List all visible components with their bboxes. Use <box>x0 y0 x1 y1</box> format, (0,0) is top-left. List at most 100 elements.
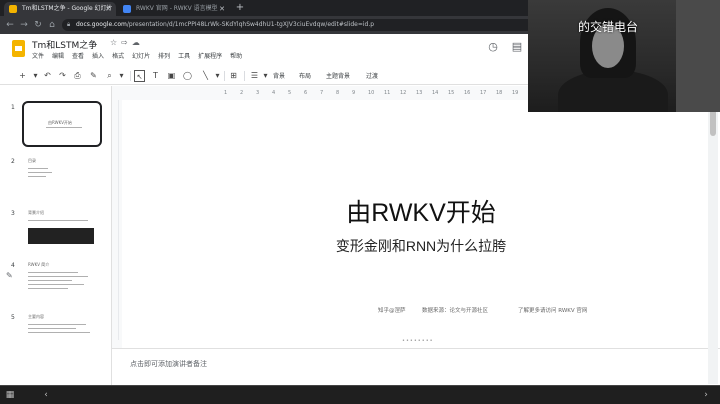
ruler-tick: 17 <box>480 90 487 96</box>
comments-icon[interactable]: ▤ <box>510 40 524 54</box>
ruler-tick: 6 <box>304 90 308 96</box>
thumb-title: 目录 <box>28 158 36 163</box>
divider <box>224 71 225 81</box>
menu-bar: 文件 编辑 查看 插入 格式 幻灯片 排列 工具 扩展程序 帮助 <box>32 51 242 61</box>
print-icon[interactable]: ⎙ <box>72 70 83 82</box>
thumb-line <box>28 172 52 173</box>
zoom-dropdown-icon[interactable]: ▾ <box>116 70 127 82</box>
background-button[interactable]: 背景 <box>273 71 285 80</box>
slide-thumbnail[interactable]: 由RWKV开始 <box>22 101 102 147</box>
line-icon[interactable]: ╲ <box>200 70 211 82</box>
theme-button[interactable]: 主题背景 <box>326 71 350 80</box>
image-icon[interactable]: ▣ <box>166 70 177 82</box>
grid-view-icon[interactable]: ▦ <box>4 389 16 401</box>
slide-thumbnail[interactable]: 主要内容 <box>22 312 102 358</box>
ruler-tick: 14 <box>432 90 439 96</box>
slides-logo-icon[interactable] <box>12 40 25 57</box>
move-icon[interactable]: ⇨ <box>121 38 132 47</box>
menu-format[interactable]: 格式 <box>112 51 124 61</box>
credit-text: 了解更多请访问 RWKV 官网 <box>518 308 588 314</box>
ruler-tick: 4 <box>272 90 276 96</box>
document-title[interactable]: Tm和LSTM之争 <box>32 38 97 51</box>
tab-rwkv[interactable]: RWKV 官网 - RWKV 语言模型 ✕ <box>118 2 230 16</box>
thumb-line <box>28 280 72 281</box>
text-box-icon[interactable]: T <box>150 70 161 82</box>
menu-extensions[interactable]: 扩展程序 <box>198 51 222 61</box>
line-dropdown-icon[interactable]: ▾ <box>212 70 223 82</box>
transition-button[interactable]: 过渡 <box>366 71 378 80</box>
new-slide-icon[interactable]: + <box>17 70 28 82</box>
slide-number: 4 <box>11 262 15 269</box>
shape-icon[interactable]: ◯ <box>182 70 193 82</box>
ruler-tick: 12 <box>400 90 407 96</box>
reload-icon[interactable]: ↻ <box>32 19 44 31</box>
ruler-tick: 13 <box>416 90 423 96</box>
thumb-line <box>28 168 48 169</box>
dropdown-icon[interactable]: ▾ <box>30 70 41 82</box>
ruler-tick: 8 <box>336 90 340 96</box>
ruler-tick: 10 <box>368 90 375 96</box>
slide-thumbnail[interactable]: RWKV 简介 <box>22 260 102 306</box>
undo-icon[interactable]: ↶ <box>42 70 53 82</box>
filmstrip-view-icon[interactable]: ‹ <box>40 389 52 401</box>
tab-label: Tm和LSTM之争 - Google 幻灯片 <box>22 5 113 12</box>
align-icon[interactable]: ☰ <box>249 70 260 82</box>
url-input[interactable]: 🔒︎ docs.google.com/presentation/d/1mcPPI… <box>62 19 542 31</box>
slide-thumbnail[interactable]: 背景介绍 <box>22 208 102 254</box>
menu-slide[interactable]: 幻灯片 <box>132 51 150 61</box>
ruler-tick: 3 <box>256 90 260 96</box>
site-favicon-icon <box>123 5 131 13</box>
back-icon[interactable]: ← <box>4 19 16 31</box>
speaker-notes[interactable]: 点击即可添加演讲者备注 <box>112 348 720 384</box>
menu-tools[interactable]: 工具 <box>178 51 190 61</box>
slide-filmstrip: 1 由RWKV开始 2 目录 3 背景介绍 4 RWKV 简介 5 主要内容 <box>0 86 112 386</box>
select-icon[interactable]: ↖ <box>134 70 145 82</box>
slide-subtitle[interactable]: 变形金刚和RNN为什么拉胯 <box>122 236 720 256</box>
thumb-image <box>28 228 94 244</box>
bottom-bar: ▦ ‹ › <box>0 385 720 404</box>
ruler-tick: 9 <box>352 90 356 96</box>
close-icon[interactable]: ✕ <box>219 2 225 16</box>
tab-slides[interactable]: Tm和LSTM之争 - Google 幻灯片 ✕ <box>4 2 116 16</box>
thumb-line <box>28 276 88 277</box>
pen-icon[interactable]: ✎ <box>6 271 13 280</box>
thumb-title: RWKV 简介 <box>28 262 50 267</box>
new-tab-icon[interactable]: + <box>234 2 246 14</box>
menu-edit[interactable]: 编辑 <box>52 51 64 61</box>
thumb-line <box>28 332 90 333</box>
star-icon[interactable]: ☆ <box>110 38 121 47</box>
cloud-icon[interactable]: ☁ <box>132 38 144 47</box>
zoom-icon[interactable]: ⌕ <box>104 70 115 82</box>
redo-icon[interactable]: ↷ <box>57 70 68 82</box>
url-path: /presentation/d/1mcPPI48LrWk-SKdYlqhSw4d… <box>126 21 375 28</box>
thumb-title: 主要内容 <box>28 314 44 319</box>
title-icons: ☆⇨☁ <box>110 38 144 47</box>
thumb-line <box>28 328 76 329</box>
menu-insert[interactable]: 插入 <box>92 51 104 61</box>
menu-help[interactable]: 帮助 <box>230 51 242 61</box>
slide-number: 1 <box>11 104 15 111</box>
credit-text: 数据来源：论文与开源社区 <box>422 308 489 314</box>
history-icon[interactable]: ◷ <box>486 40 500 54</box>
slide-thumbnail[interactable]: 目录 <box>22 156 102 202</box>
ruler-tick: 5 <box>288 90 292 96</box>
vertical-scrollbar[interactable] <box>708 86 718 384</box>
horizontal-ruler: 1 2 3 4 5 6 7 8 9 10 11 12 13 14 15 16 1… <box>116 88 526 98</box>
align-dropdown-icon[interactable]: ▾ <box>260 70 271 82</box>
comment-icon[interactable]: ⊞ <box>228 70 239 82</box>
slide-canvas[interactable]: 由RWKV开始 变形金刚和RNN为什么拉胯 知乎@涅萨 数据来源：论文与开源社区… <box>122 100 720 348</box>
paint-format-icon[interactable]: ✎ <box>88 70 99 82</box>
forward-icon[interactable]: → <box>18 19 30 31</box>
slide-title[interactable]: 由RWKV开始 <box>122 193 720 229</box>
slides-favicon-icon <box>9 5 17 13</box>
expand-icon[interactable]: › <box>700 389 712 401</box>
menu-file[interactable]: 文件 <box>32 51 44 61</box>
home-icon[interactable]: ⌂ <box>46 19 58 31</box>
layout-button[interactable]: 布局 <box>299 71 311 80</box>
ruler-tick: 7 <box>320 90 324 96</box>
menu-arrange[interactable]: 排列 <box>158 51 170 61</box>
close-icon[interactable]: ✕ <box>105 2 111 16</box>
notes-placeholder: 点击即可添加演讲者备注 <box>130 360 207 368</box>
menu-view[interactable]: 查看 <box>72 51 84 61</box>
slide-number: 3 <box>11 210 15 217</box>
